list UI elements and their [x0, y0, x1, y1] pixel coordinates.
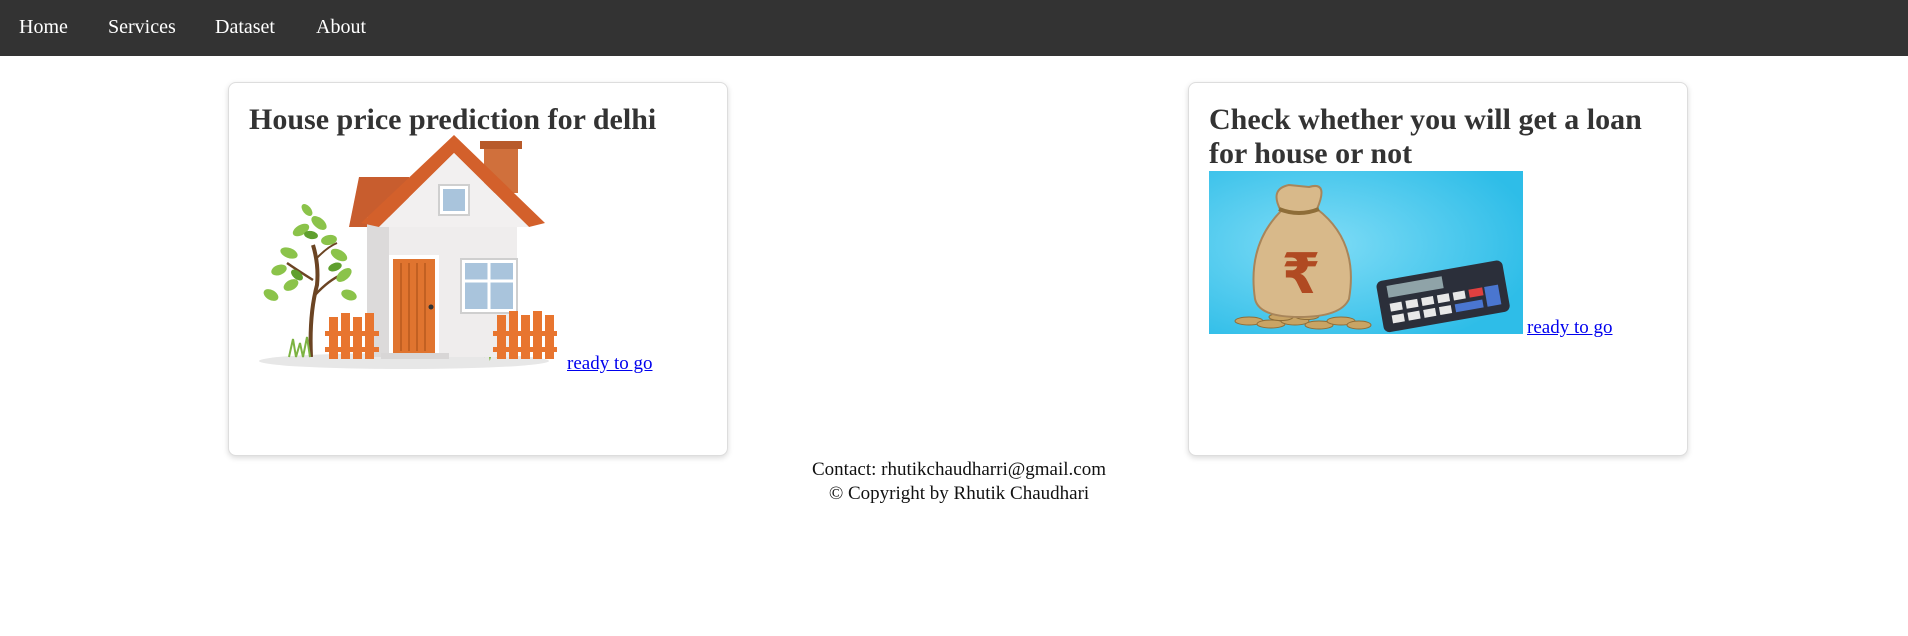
nav-home[interactable]: Home [19, 16, 68, 39]
house-price-card-title: House price prediction for delhi [249, 103, 657, 136]
footer-contact: Contact: rhutikchaudharri@gmail.com [812, 459, 1106, 480]
footer-copyright: © Copyright by Rhutik Chaudhari [828, 483, 1090, 504]
loan-check-card-title: Check whether you will get a loan for ho… [1209, 103, 1642, 170]
loan-money-bag-image: ₹ [1209, 171, 1523, 334]
house-illustration-image [249, 135, 559, 375]
footer: Contact: rhutikchaudharri@gmail.com © Co… [0, 458, 1908, 506]
navbar: Home Services Dataset About [0, 0, 1908, 56]
nav-dataset[interactable]: Dataset [215, 16, 275, 39]
loan-check-card: Check whether you will get a loan for ho… [1188, 82, 1688, 456]
loan-check-ready-link[interactable]: ready to go [1527, 317, 1612, 339]
house-price-card: House price prediction for delhi ready t… [228, 82, 728, 456]
nav-services[interactable]: Services [108, 16, 176, 39]
nav-about[interactable]: About [316, 16, 366, 39]
house-price-ready-link[interactable]: ready to go [567, 353, 652, 375]
svg-text:₹: ₹ [1282, 242, 1321, 307]
